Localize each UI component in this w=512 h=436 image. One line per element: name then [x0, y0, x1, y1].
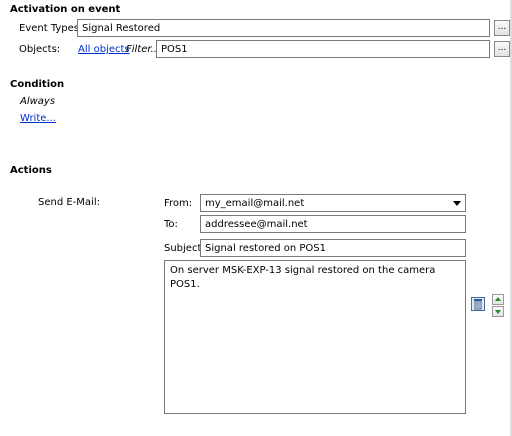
- move-down-button[interactable]: [492, 306, 504, 317]
- objects-label: Objects:: [19, 44, 61, 55]
- chevron-down-icon[interactable]: [453, 201, 461, 206]
- to-field[interactable]: addressee@mail.net: [200, 215, 466, 233]
- filter-field[interactable]: POS1: [156, 40, 490, 58]
- subject-field[interactable]: Signal restored on POS1: [200, 239, 466, 257]
- activation-section-title: Activation on event: [10, 4, 121, 15]
- filter-browse-button[interactable]: ...: [494, 41, 510, 57]
- from-label: From:: [164, 198, 193, 209]
- event-types-browse-button[interactable]: ...: [494, 20, 510, 36]
- move-up-button[interactable]: [492, 294, 504, 305]
- condition-section-title: Condition: [10, 79, 65, 90]
- all-objects-link[interactable]: All objects: [78, 44, 130, 55]
- from-value: my_email@mail.net: [205, 198, 305, 209]
- arrow-up-icon: [495, 297, 501, 301]
- condition-value: Always: [20, 96, 56, 107]
- from-dropdown[interactable]: my_email@mail.net: [200, 194, 466, 212]
- arrow-down-icon: [495, 310, 501, 314]
- email-body-textarea[interactable]: On server MSK-EXP-13 signal restored on …: [164, 260, 466, 414]
- filter-label: Filter...: [126, 44, 161, 55]
- subject-label: Subject:: [164, 243, 205, 254]
- write-condition-link[interactable]: Write...: [20, 113, 56, 124]
- send-email-label: Send E-Mail:: [38, 197, 100, 208]
- event-types-field[interactable]: Signal Restored: [77, 19, 490, 37]
- event-types-label: Event Types:: [19, 23, 83, 34]
- to-label: To:: [164, 219, 178, 230]
- trash-icon[interactable]: [471, 297, 485, 311]
- actions-section-title: Actions: [10, 165, 52, 176]
